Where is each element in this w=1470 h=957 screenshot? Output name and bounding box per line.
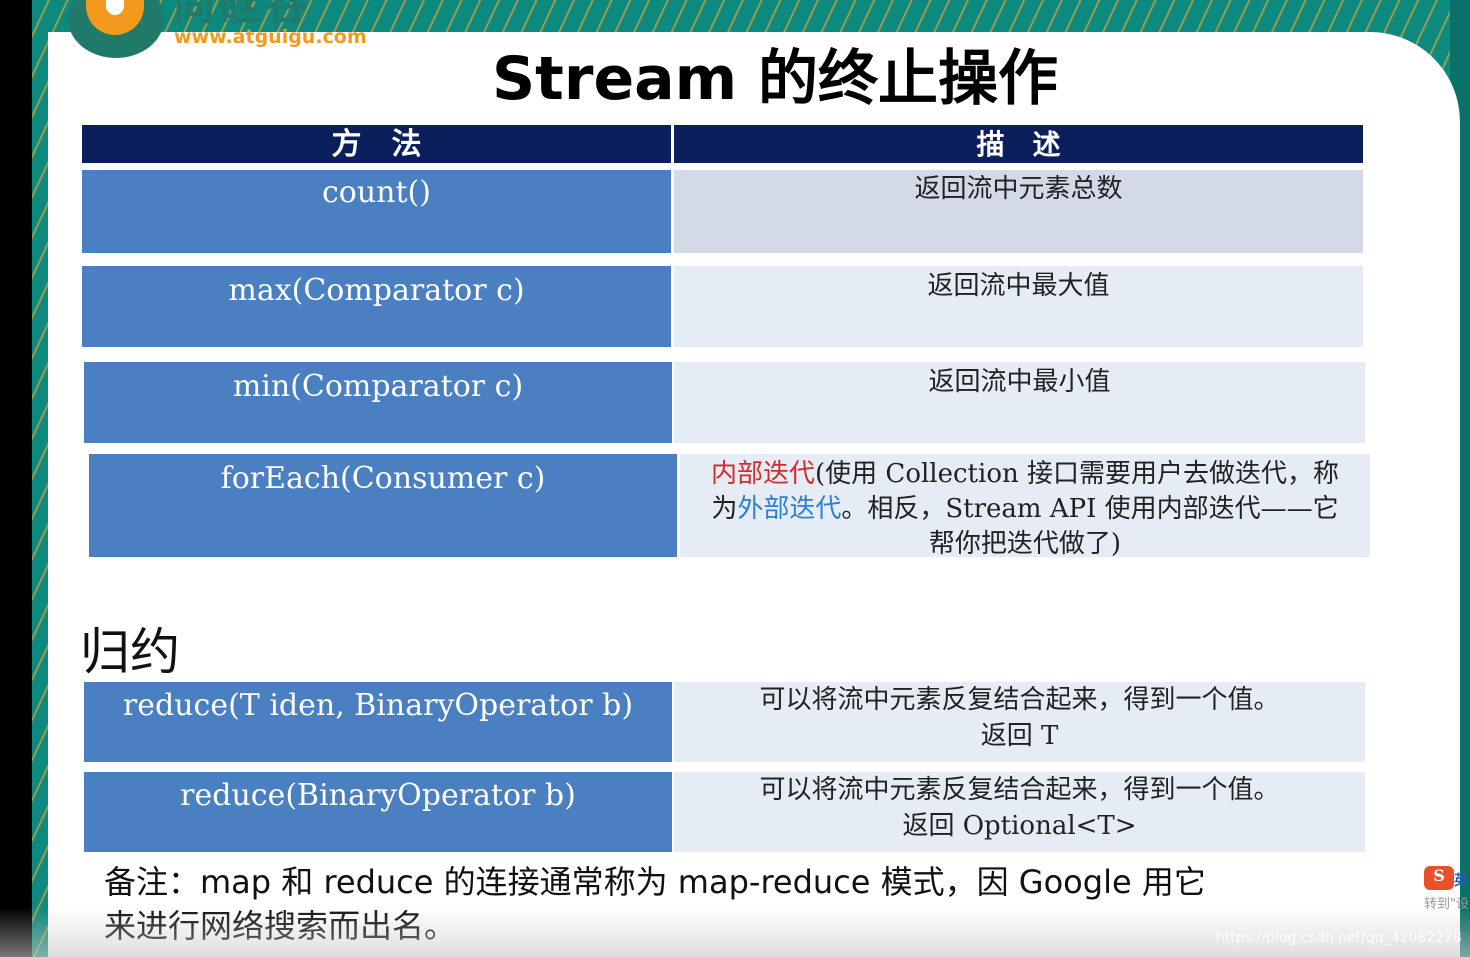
- method-max: max(Comparator c): [82, 266, 671, 347]
- watermark: https://blog.csdn.net/qq_42082278: [1216, 930, 1462, 946]
- desc-min: 返回流中最小值: [674, 362, 1365, 443]
- header-method: 方 法: [82, 125, 671, 163]
- internal-iteration: 内部迭代: [711, 459, 816, 489]
- desc-reduce-iden: 可以将流中元素反复结合起来，得到一个值。 返回 T: [674, 682, 1365, 762]
- sogou-ime-icon[interactable]: S: [1424, 866, 1454, 890]
- method-count: count(): [82, 170, 671, 253]
- header-desc: 描 述: [674, 125, 1363, 163]
- desc-line: 可以将流中元素反复结合起来，得到一个值。: [759, 685, 1280, 715]
- desc-line: 可以将流中元素反复结合起来，得到一个值。: [759, 775, 1280, 805]
- ime-lang[interactable]: 英: [1454, 870, 1468, 890]
- external-iteration: 外部迭代: [737, 494, 842, 524]
- note-line-1: 备注：map 和 reduce 的连接通常称为 map-reduce 模式，因 …: [104, 863, 1206, 901]
- ime-tip: 转到"设: [1424, 897, 1469, 912]
- method-reduce-iden: reduce(T iden, BinaryOperator b): [84, 682, 672, 762]
- slide-title: Stream 的终止操作: [491, 44, 1059, 114]
- desc-line: 返回 T: [980, 721, 1059, 751]
- method-foreach: forEach(Consumer c): [89, 454, 677, 557]
- section-title-reduce: 归约: [80, 623, 180, 681]
- desc-part: 。相反，Stream API 使用内部迭代——它帮你把迭代做了): [841, 494, 1339, 559]
- method-min: min(Comparator c): [84, 362, 672, 443]
- desc-reduce: 可以将流中元素反复结合起来，得到一个值。 返回 Optional<T>: [674, 772, 1365, 852]
- desc-line: 返回 Optional<T>: [902, 811, 1137, 841]
- desc-foreach: 内部迭代(使用 Collection 接口需要用户去做迭代，称为外部迭代。相反，…: [680, 454, 1370, 559]
- method-reduce: reduce(BinaryOperator b): [84, 772, 672, 852]
- desc-max: 返回流中最大值: [674, 266, 1363, 347]
- desc-count: 返回流中元素总数: [674, 170, 1363, 253]
